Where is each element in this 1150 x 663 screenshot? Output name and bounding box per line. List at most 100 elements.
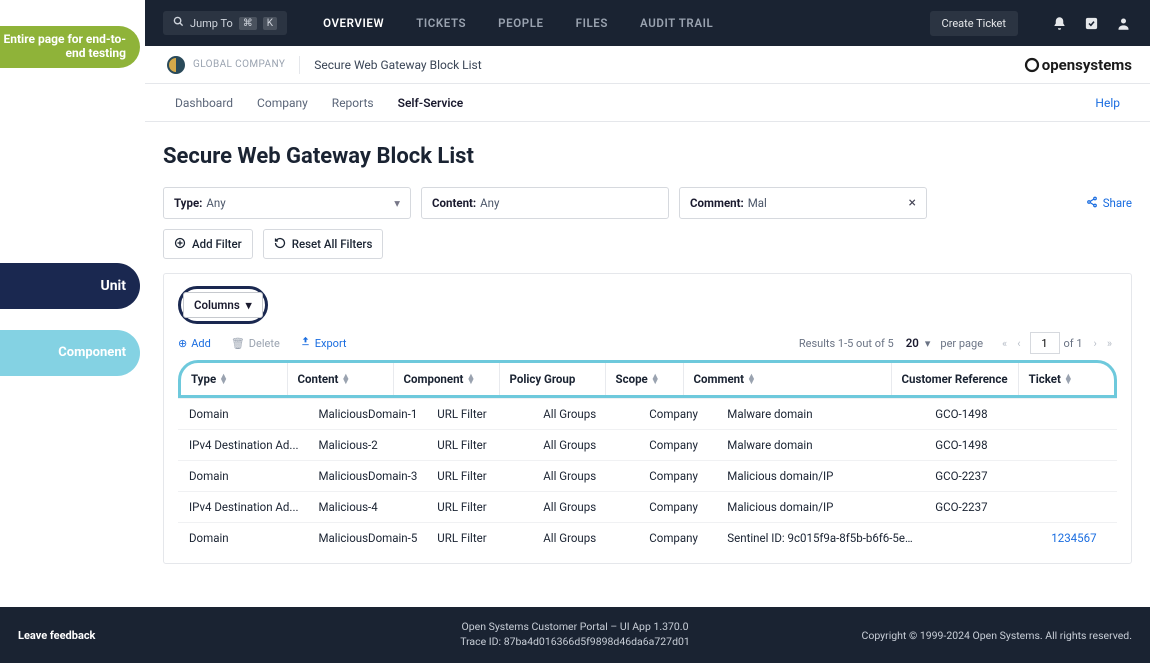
table-row[interactable]: IPv4 Destination Ad...Malicious-4URL Fil… bbox=[179, 492, 1118, 523]
footer: Leave feedback Open Systems Customer Por… bbox=[0, 607, 1150, 663]
col-header[interactable]: Scope▲▼ bbox=[605, 363, 683, 395]
divider bbox=[299, 56, 300, 74]
per-page-value[interactable]: 20 bbox=[906, 336, 919, 350]
chevron-down-icon[interactable]: ▾ bbox=[925, 337, 931, 350]
chevron-down-icon: ▾ bbox=[246, 298, 252, 312]
footer-trace-id: Trace ID: 87ba4d016366d5f9898d46da6a727d… bbox=[460, 635, 690, 650]
table-cell: IPv4 Destination Ad... bbox=[179, 492, 309, 523]
filter-type-value: Any bbox=[206, 196, 225, 210]
table-row[interactable]: DomainMaliciousDomain-3URL FilterAll Gro… bbox=[179, 461, 1118, 492]
table-cell: URL Filter bbox=[427, 523, 533, 554]
page-prev-button[interactable]: ‹ bbox=[1012, 337, 1025, 350]
footer-copyright: Copyright © 1999-2024 Open Systems. All … bbox=[862, 629, 1133, 642]
table-cell: MaliciousDomain-1 bbox=[309, 399, 428, 430]
share-button[interactable]: Share bbox=[1086, 196, 1132, 211]
top-nav: Jump To ⌘ K OVERVIEW TICKETS PEOPLE FILE… bbox=[145, 0, 1150, 46]
add-filter-button[interactable]: Add Filter bbox=[163, 229, 253, 259]
page-last-button[interactable]: » bbox=[1102, 337, 1117, 350]
table-cell: All Groups bbox=[533, 430, 639, 461]
plus-circle-icon bbox=[174, 237, 186, 252]
columns-highlight-ring: Columns ▾ bbox=[178, 286, 268, 324]
ticket-link[interactable]: 1234567 bbox=[1051, 531, 1096, 545]
jump-to-search[interactable]: Jump To ⌘ K bbox=[163, 11, 287, 35]
table-cell: Malicious domain/IP bbox=[717, 461, 925, 492]
clear-icon[interactable]: × bbox=[909, 195, 916, 211]
table-cell: Company bbox=[639, 492, 717, 523]
reset-filters-label: Reset All Filters bbox=[292, 237, 373, 251]
table-cell: 1234567 bbox=[1041, 523, 1117, 554]
col-header[interactable]: Component▲▼ bbox=[393, 363, 499, 395]
col-header[interactable]: Type▲▼ bbox=[181, 363, 287, 395]
tab-self-service[interactable]: Self-Service bbox=[386, 84, 476, 121]
tab-company[interactable]: Company bbox=[245, 84, 320, 121]
jump-key-k: K bbox=[263, 17, 277, 30]
page-first-button[interactable]: « bbox=[997, 337, 1012, 350]
table-row[interactable]: DomainMaliciousDomain-1URL FilterAll Gro… bbox=[179, 399, 1118, 430]
col-header[interactable]: Content▲▼ bbox=[287, 363, 393, 395]
refresh-icon bbox=[274, 237, 286, 252]
col-header: Policy Group bbox=[499, 363, 605, 395]
columns-button[interactable]: Columns ▾ bbox=[183, 292, 263, 318]
company-name-label: GLOBAL COMPANY bbox=[193, 59, 285, 70]
bell-icon[interactable] bbox=[1050, 14, 1068, 32]
table-cell: URL Filter bbox=[427, 399, 533, 430]
table-cell: Malware domain bbox=[717, 430, 925, 461]
add-row-button[interactable]: ⊕ Add bbox=[178, 337, 211, 350]
page-input[interactable] bbox=[1030, 332, 1060, 354]
export-icon bbox=[300, 336, 311, 350]
nav-people[interactable]: PEOPLE bbox=[482, 16, 559, 30]
export-label: Export bbox=[315, 337, 347, 350]
table-cell: Company bbox=[639, 461, 717, 492]
results-card: Columns ▾ ⊕ Add 🗑 Delete Export bbox=[163, 273, 1132, 564]
filter-comment-label: Comment: bbox=[690, 196, 744, 210]
filter-comment[interactable]: Comment: Mal × bbox=[679, 187, 927, 219]
table-cell: GCO-1498 bbox=[925, 399, 1041, 430]
nav-audit-trail[interactable]: AUDIT TRAIL bbox=[624, 16, 729, 30]
table-cell bbox=[1041, 461, 1117, 492]
tab-reports[interactable]: Reports bbox=[320, 84, 386, 121]
sort-icon: ▲▼ bbox=[747, 375, 756, 385]
nav-files[interactable]: FILES bbox=[560, 16, 624, 30]
export-button[interactable]: Export bbox=[300, 336, 347, 350]
breadcrumb: Secure Web Gateway Block List bbox=[314, 58, 481, 72]
table-row[interactable]: IPv4 Destination Ad...Malicious-2URL Fil… bbox=[179, 430, 1118, 461]
page-title: Secure Web Gateway Block List bbox=[163, 144, 1132, 169]
leave-feedback-link[interactable]: Leave feedback bbox=[18, 629, 95, 642]
col-header[interactable]: Comment▲▼ bbox=[683, 363, 891, 395]
table-cell: Malware domain bbox=[717, 399, 925, 430]
footer-app-version: Open Systems Customer Portal – UI App 1.… bbox=[460, 620, 690, 635]
help-link[interactable]: Help bbox=[1083, 84, 1132, 121]
filter-type-label: Type: bbox=[174, 196, 202, 210]
table-row[interactable]: DomainMaliciousDomain-5URL FilterAll Gro… bbox=[179, 523, 1118, 554]
col-header[interactable]: Ticket▲▼ bbox=[1018, 363, 1114, 395]
table-cell: All Groups bbox=[533, 492, 639, 523]
tab-dashboard[interactable]: Dashboard bbox=[163, 84, 245, 121]
sort-icon: ▲▼ bbox=[219, 375, 228, 385]
table-cell bbox=[1041, 399, 1117, 430]
chevron-down-icon: ▾ bbox=[394, 196, 400, 210]
filter-type[interactable]: Type: Any ▾ bbox=[163, 187, 411, 219]
create-ticket-button[interactable]: Create Ticket bbox=[930, 11, 1018, 36]
filter-content[interactable]: Content: Any bbox=[421, 187, 669, 219]
page-tabs: Dashboard Company Reports Self-Service H… bbox=[145, 84, 1150, 122]
callout-component: Component bbox=[0, 330, 140, 376]
col-header: Customer Reference bbox=[891, 363, 1018, 395]
user-icon[interactable] bbox=[1114, 14, 1132, 32]
nav-overview[interactable]: OVERVIEW bbox=[307, 16, 400, 30]
sort-icon: ▲▼ bbox=[466, 375, 475, 385]
table-cell: URL Filter bbox=[427, 492, 533, 523]
callout-unit: Unit bbox=[0, 263, 140, 309]
page-next-button[interactable]: › bbox=[1089, 337, 1102, 350]
callout-full-page: Entire page for end-to-end testing bbox=[0, 26, 140, 68]
table-cell: Company bbox=[639, 430, 717, 461]
block-list-table: Type▲▼Content▲▼Component▲▼Policy GroupSc… bbox=[181, 363, 1114, 395]
table-cell: MaliciousDomain-5 bbox=[309, 523, 428, 554]
jump-to-label: Jump To bbox=[190, 17, 233, 30]
checklist-icon[interactable] bbox=[1082, 14, 1100, 32]
nav-tickets[interactable]: TICKETS bbox=[400, 16, 482, 30]
reset-filters-button[interactable]: Reset All Filters bbox=[263, 229, 384, 259]
delete-label: Delete bbox=[249, 337, 280, 350]
table-cell: Malicious-2 bbox=[309, 430, 428, 461]
search-icon bbox=[173, 16, 184, 30]
delete-row-button[interactable]: 🗑 Delete bbox=[231, 337, 280, 350]
